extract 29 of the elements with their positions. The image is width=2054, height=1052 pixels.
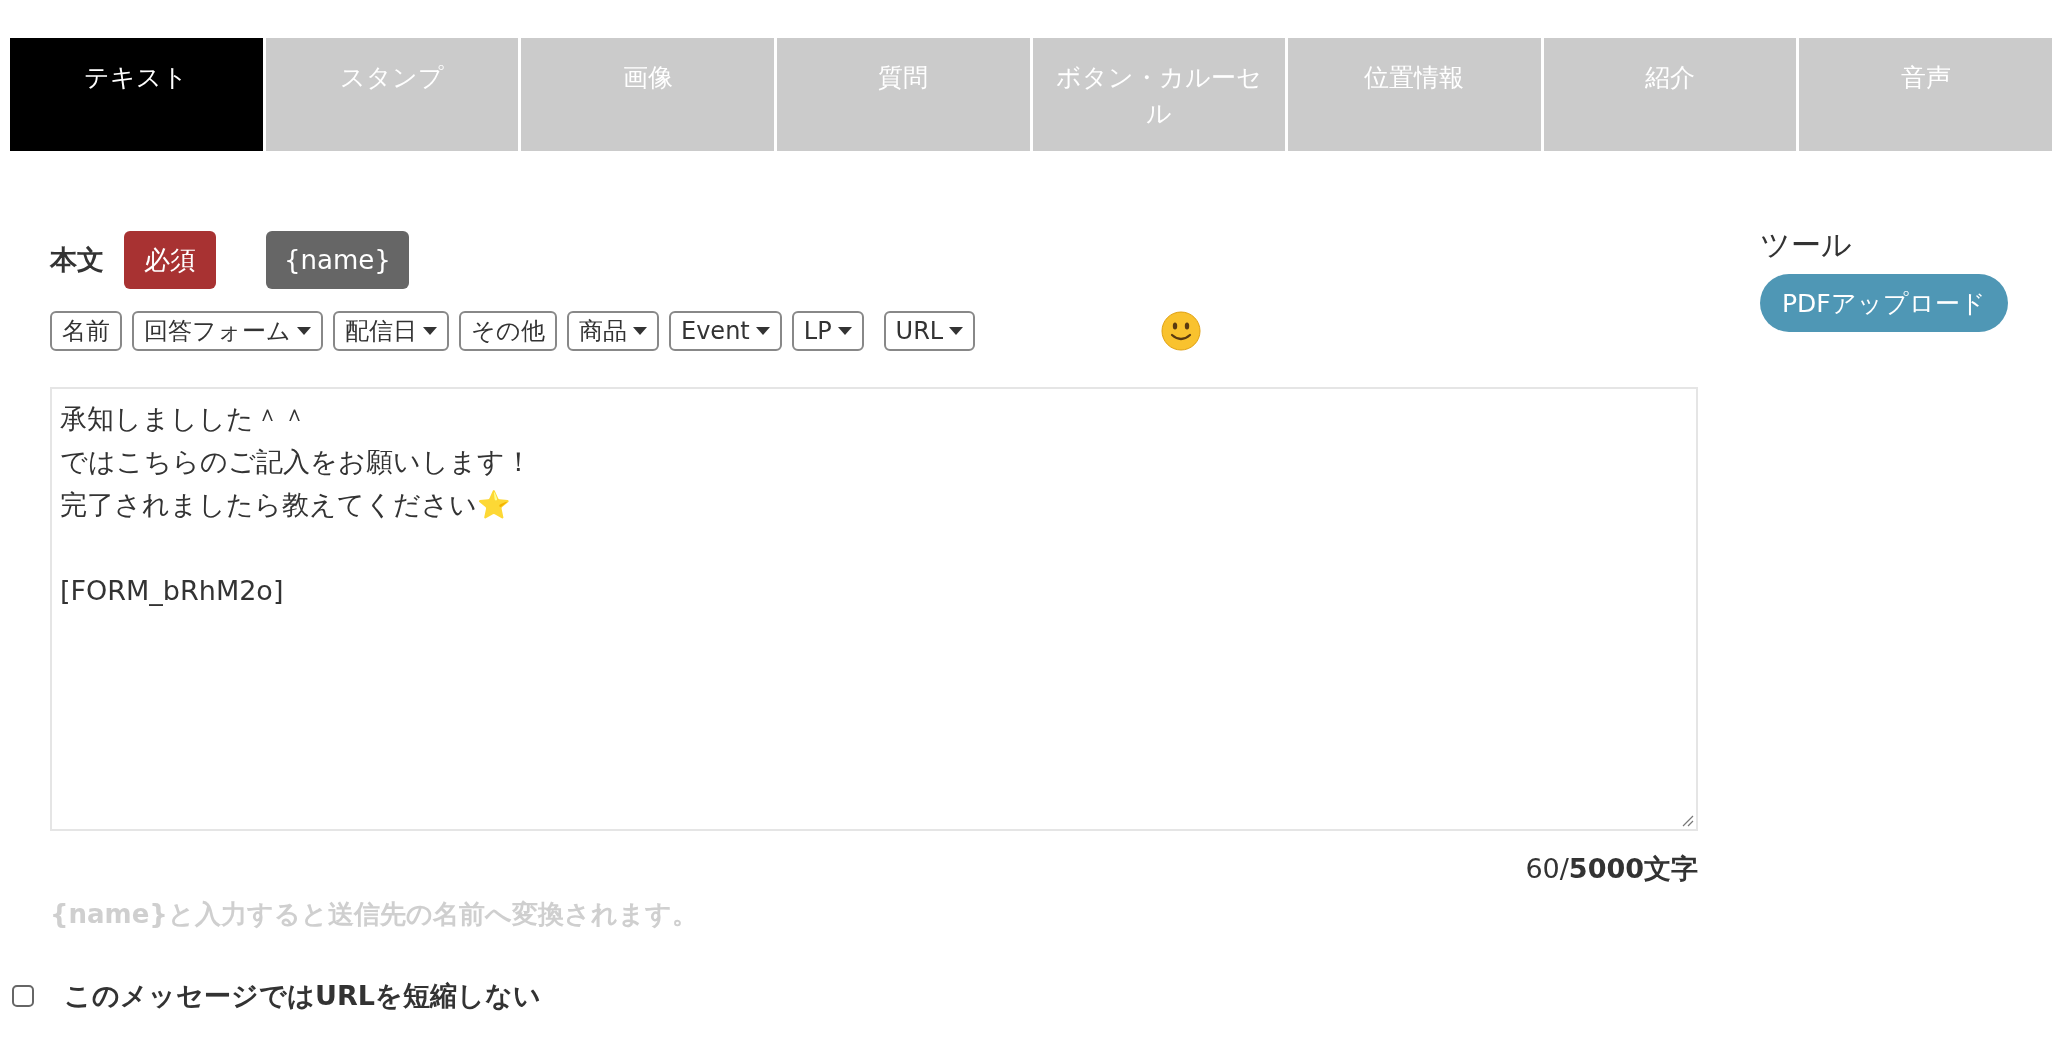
message-field[interactable]: 承知しましした＾＾ ではこちらのご記入をお願いします！ 完了されましたら教えてください⭐ [FORM_bRhM2o] bbox=[50, 387, 1698, 831]
insert-dropdown[interactable]: 回答フォーム bbox=[132, 311, 323, 351]
required-badge: 必須 bbox=[124, 231, 216, 289]
field-label: 本文 bbox=[50, 243, 104, 277]
message-line: [FORM_bRhM2o] bbox=[60, 574, 285, 608]
insert-button[interactable]: 名前 bbox=[50, 311, 122, 351]
insert-button[interactable]: その他 bbox=[459, 311, 557, 351]
message-line: 完了されましたら教えてください⭐ bbox=[60, 488, 512, 522]
caret-icon bbox=[423, 327, 437, 335]
tab[interactable]: テキスト bbox=[10, 38, 263, 151]
message-line: ではこちらのご記入をお願いします！ bbox=[60, 445, 533, 479]
caret-icon bbox=[633, 327, 647, 335]
insert-dropdown[interactable]: 商品 bbox=[567, 311, 659, 351]
caret-icon bbox=[755, 327, 770, 335]
insert-dropdown[interactable]: URL bbox=[883, 311, 976, 351]
caret-icon bbox=[949, 327, 964, 335]
caret-icon bbox=[837, 327, 852, 335]
caret-icon bbox=[297, 327, 311, 335]
insert-dropdown[interactable]: 配信日 bbox=[333, 311, 449, 351]
tools-title: ツール bbox=[1760, 226, 1852, 264]
message-line: 承知しましした＾＾ bbox=[60, 402, 309, 436]
character-counter: 60/5000文字 bbox=[1524, 852, 1698, 886]
insert-dropdown[interactable]: LP bbox=[791, 311, 864, 351]
checkbox[interactable] bbox=[12, 985, 34, 1007]
insert-dropdown[interactable]: Event bbox=[669, 311, 782, 351]
emoji-icon[interactable] bbox=[1161, 311, 1202, 351]
checkbox-label: このメッセージではURLを短縮しない bbox=[64, 979, 541, 1013]
resize-handle-icon[interactable] bbox=[1682, 815, 1694, 827]
name-insert-button[interactable]: {name} bbox=[266, 231, 409, 289]
